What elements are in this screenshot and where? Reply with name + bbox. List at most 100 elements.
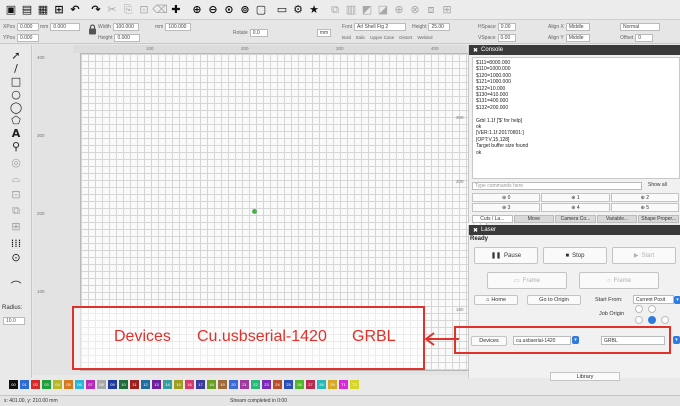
ypos-input[interactable]: 0.000	[16, 33, 39, 42]
height-input[interactable]: 0.000	[114, 33, 141, 42]
console-command-input[interactable]: Type commands here	[472, 182, 642, 190]
align-x-select[interactable]: Middle	[565, 22, 590, 31]
tab-camera-control[interactable]: Camera Co...	[555, 215, 596, 223]
tab-cuts-layers[interactable]: Cuts / La...	[472, 215, 513, 223]
line-icon[interactable]: /	[7, 62, 25, 74]
color-swatch[interactable]: 29	[328, 380, 337, 389]
edit-nodes-icon[interactable]: ⊡	[7, 188, 25, 200]
color-swatch[interactable]: 07	[86, 380, 95, 389]
offset-input[interactable]: 0	[635, 33, 654, 42]
start-from-select[interactable]: Current Posit	[633, 295, 674, 304]
align-y-field[interactable]: Align Y Middle	[548, 33, 590, 42]
color-swatch[interactable]: T2	[350, 380, 359, 389]
mirror-icon[interactable]: ◪	[376, 3, 390, 17]
height-pct-input[interactable]: 100.000	[165, 22, 192, 31]
ellipse-icon[interactable]: ○	[7, 88, 25, 100]
font-select[interactable]: Arl Shell Fig 2	[354, 22, 407, 31]
library-tab[interactable]: Library	[550, 372, 620, 381]
start-button[interactable]: ▶ Start	[612, 247, 676, 264]
lock-aspect-icon[interactable]	[88, 24, 97, 35]
job-origin-radio[interactable]	[635, 305, 643, 313]
color-swatch[interactable]: 13	[152, 380, 161, 389]
color-swatch[interactable]: 00	[9, 380, 18, 389]
close-icon[interactable]: ✖	[473, 47, 478, 54]
width-input[interactable]: 0.000	[50, 22, 81, 31]
position-icon[interactable]: ⚲	[7, 140, 25, 152]
job-origin-radio-selected[interactable]	[648, 316, 656, 324]
weld-icon[interactable]: ⊗	[408, 3, 422, 17]
width-mm-field[interactable]: mm 100.000	[155, 22, 192, 31]
macro-button[interactable]: ⊕ 5	[610, 203, 679, 212]
circle-icon[interactable]: ◯	[7, 101, 25, 113]
xpos-field[interactable]: XPos 0.000	[3, 22, 39, 31]
offset-field[interactable]: Offset 0	[620, 33, 654, 42]
color-swatch[interactable]: 17	[196, 380, 205, 389]
frame-icon[interactable]: ▢	[254, 3, 268, 17]
color-swatch[interactable]: 03	[42, 380, 51, 389]
weld-icon[interactable]: ⧉	[7, 204, 25, 216]
macro-button[interactable]: ⊕ 1	[541, 193, 610, 202]
close-icon[interactable]: ✖	[473, 227, 478, 234]
go-to-origin-button[interactable]: Go to Origin	[527, 295, 581, 305]
boolean-icon[interactable]: ⧈	[424, 3, 438, 17]
unit-button[interactable]: mm	[317, 28, 331, 37]
pause-button[interactable]: ❚❚ Pause	[474, 247, 538, 264]
star-icon[interactable]: ★	[307, 3, 321, 17]
color-swatch[interactable]: 16	[185, 380, 194, 389]
hspace-field[interactable]: HSpace 0.00	[478, 22, 516, 31]
color-swatch[interactable]: 05	[64, 380, 73, 389]
delete-icon[interactable]: ⌫	[152, 3, 168, 17]
color-swatch[interactable]: 27	[306, 380, 315, 389]
job-origin-radio[interactable]	[635, 316, 643, 324]
cut-shapes-icon[interactable]: ⊞	[7, 220, 25, 232]
frame-circle-button[interactable]: ○ Frame	[579, 272, 659, 289]
text-icon[interactable]: A	[7, 127, 25, 139]
import-icon[interactable]: ⊞	[52, 3, 66, 17]
paste-icon[interactable]: ⊡	[137, 3, 151, 17]
firmware-dropdown-icon[interactable]: ▾	[673, 336, 680, 344]
color-swatch[interactable]: 26	[295, 380, 304, 389]
vspace-field[interactable]: VSpace 0.00	[478, 33, 516, 42]
font-field[interactable]: Font Arl Shell Fig 2	[342, 22, 407, 31]
color-swatch[interactable]: 23	[262, 380, 271, 389]
zoom-in-icon[interactable]: ⊕	[190, 3, 204, 17]
open-icon[interactable]: ▣	[4, 3, 18, 17]
style-option[interactable]: Distort	[399, 35, 412, 40]
grid-snap-icon[interactable]: ⊞	[440, 3, 454, 17]
macro-button[interactable]: ⊕ 4	[541, 203, 610, 212]
select-icon[interactable]: ➚	[7, 49, 25, 61]
style-option[interactable]: Upper Case	[370, 35, 394, 40]
move-icon[interactable]: ✚	[169, 3, 183, 17]
flip-icon[interactable]: ◩	[360, 3, 374, 17]
style-option[interactable]: Italic	[356, 35, 365, 40]
color-swatch[interactable]: 14	[163, 380, 172, 389]
macro-button[interactable]: ⊕ 0	[472, 193, 541, 202]
color-swatch[interactable]: 21	[240, 380, 249, 389]
job-origin-radio[interactable]	[648, 305, 656, 313]
job-origin-radio[interactable]	[661, 316, 669, 324]
color-swatch[interactable]: 01	[20, 380, 29, 389]
macro-button[interactable]: ⊕ 3	[472, 203, 541, 212]
tab-shape-properties[interactable]: Shape Proper...	[638, 215, 679, 223]
color-swatch[interactable]: 09	[108, 380, 117, 389]
tab-variable-text[interactable]: Variable...	[596, 215, 638, 223]
hspace-input[interactable]: 0.00	[497, 22, 516, 31]
color-swatch[interactable]: 12	[141, 380, 150, 389]
macro-button[interactable]: ⊕ 2	[610, 193, 679, 202]
color-swatch[interactable]: 02	[31, 380, 40, 389]
color-swatch[interactable]: 06	[75, 380, 84, 389]
rotate-field[interactable]: Rotate 0.0	[233, 28, 268, 37]
stop-button[interactable]: ■ Stop	[543, 247, 607, 264]
save-icon[interactable]: ▤	[20, 3, 34, 17]
color-swatch[interactable]: 28	[317, 380, 326, 389]
style-option[interactable]: Welded	[417, 35, 432, 40]
color-swatch[interactable]: 20	[229, 380, 238, 389]
radius-tool-icon[interactable]: ⌒	[7, 280, 25, 292]
copy-icon[interactable]: ⎘	[121, 3, 135, 17]
color-swatch[interactable]: 25	[284, 380, 293, 389]
zoom-fit-icon[interactable]: ⊙	[222, 3, 236, 17]
zoom-out-icon[interactable]: ⊖	[206, 3, 220, 17]
radius-input[interactable]: 10.0	[3, 317, 25, 325]
color-swatch[interactable]: 18	[207, 380, 216, 389]
normal-select[interactable]: Normal	[620, 22, 660, 31]
